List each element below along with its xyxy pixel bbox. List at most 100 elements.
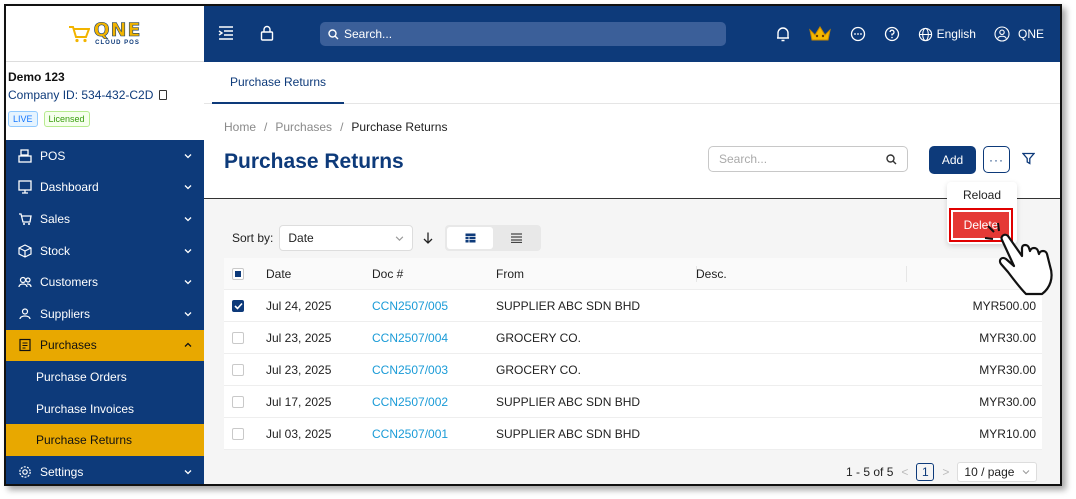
app-window: QNE CLOUD POS Demo 123 Company ID: 534-4… [4, 4, 1062, 486]
sidebar-item-pos[interactable]: POS [6, 140, 204, 172]
table-row[interactable]: Jul 03, 2025 CCN2507/001 SUPPLIER ABC SD… [224, 418, 1042, 450]
bell-icon[interactable] [776, 26, 790, 42]
cell-doc-link[interactable]: CCN2507/005 [358, 299, 482, 313]
suppliers-icon [18, 307, 32, 321]
tab-purchase-returns[interactable]: Purchase Returns [212, 62, 344, 104]
column-separator [906, 266, 907, 282]
cell-from: SUPPLIER ABC SDN BHD [496, 426, 641, 441]
sort-select[interactable]: Date [279, 225, 414, 251]
breadcrumb-separator: / [264, 120, 268, 134]
global-search-input[interactable]: Search... [320, 22, 726, 46]
chevron-down-icon [184, 153, 192, 159]
page-title: Purchase Returns [224, 150, 404, 173]
column-header-from[interactable]: From [482, 267, 682, 281]
settings-icon [18, 465, 32, 479]
sort-value: Date [288, 231, 314, 245]
list-view-button[interactable] [493, 227, 539, 249]
menu-item-reload[interactable]: Reload [947, 188, 1017, 202]
prev-page-button[interactable]: < [901, 465, 908, 479]
cart-logo-icon [69, 25, 91, 42]
help-icon[interactable] [884, 26, 900, 42]
row-checkbox[interactable] [232, 427, 244, 440]
sort-direction-icon[interactable] [421, 231, 435, 245]
add-button[interactable]: Add [929, 146, 976, 174]
row-checkbox[interactable] [232, 299, 244, 312]
sidebar-item-customers[interactable]: Customers [6, 266, 204, 298]
pagination-range: 1 - 5 of 5 [846, 465, 894, 479]
cell-from: GROCERY CO. [496, 330, 581, 345]
cell-doc-link[interactable]: CCN2507/002 [358, 395, 482, 409]
sidebar-item-stock[interactable]: Stock [6, 235, 204, 267]
sidebar-subitem-purchase-returns[interactable]: Purchase Returns [6, 424, 204, 456]
page-search-input[interactable]: Search... [708, 146, 908, 172]
sidebar-item-purchases[interactable]: Purchases [6, 329, 204, 362]
sidebar-item-suppliers[interactable]: Suppliers [6, 298, 204, 330]
sidebar-subitem-purchase-invoices[interactable]: Purchase Invoices [6, 392, 204, 425]
chevron-down-icon [184, 280, 192, 285]
chevron-down-icon [184, 217, 192, 222]
table-row[interactable]: Jul 17, 2025 CCN2507/002 SUPPLIER ABC SD… [224, 386, 1042, 418]
sidebar-item-label: Stock [40, 243, 71, 258]
qne-logo: QNE CLOUD POS [68, 20, 141, 46]
sidebar-item-label: Purchases [40, 338, 97, 353]
sidebar-item-label: POS [40, 148, 66, 163]
column-header-doc[interactable]: Doc # [358, 267, 482, 281]
table-view-button[interactable] [447, 227, 494, 249]
language-label: English [936, 27, 976, 41]
chat-icon[interactable] [850, 26, 866, 42]
breadcrumb-purchases[interactable]: Purchases [275, 120, 332, 134]
cell-date: Jul 17, 2025 [266, 394, 332, 409]
chevron-down-icon [1023, 470, 1030, 475]
search-icon [886, 153, 897, 164]
cell-amount: MYR10.00 [979, 426, 1036, 441]
user-menu[interactable]: QNE [994, 26, 1044, 42]
column-header-desc[interactable]: Desc. [682, 267, 892, 281]
cell-doc-link[interactable]: CCN2507/003 [358, 363, 482, 377]
sidebar-item-label: Suppliers [40, 306, 91, 321]
language-selector[interactable]: English [918, 27, 976, 42]
chevron-down-icon [396, 235, 404, 241]
cell-doc-link[interactable]: CCN2507/001 [358, 427, 482, 441]
logo-area[interactable]: QNE CLOUD POS [6, 6, 204, 62]
table-view-icon [465, 233, 476, 243]
sidebar-item-settings[interactable]: Settings [6, 456, 204, 484]
row-checkbox[interactable] [232, 331, 244, 344]
tab-bar: Purchase Returns [204, 62, 1060, 104]
cell-doc-link[interactable]: CCN2507/004 [358, 331, 482, 345]
sidebar-subitem-purchase-orders[interactable]: Purchase Orders [6, 361, 204, 393]
company-info: Demo 123 Company ID: 534-432-C2D LIVE Li… [6, 62, 204, 140]
purchases-icon [18, 338, 32, 352]
row-checkbox[interactable] [232, 363, 244, 376]
global-search-placeholder: Search... [344, 27, 393, 41]
sales-icon [18, 212, 32, 226]
copy-icon[interactable] [159, 90, 168, 100]
column-header-date[interactable]: Date [252, 267, 358, 281]
dashboard-icon [18, 180, 32, 195]
sort-label: Sort by: [232, 231, 274, 245]
customers-icon [18, 275, 32, 289]
cell-amount: MYR30.00 [979, 330, 1036, 345]
menu-collapse-icon[interactable] [218, 26, 234, 40]
breadcrumb-current: Purchase Returns [351, 120, 448, 134]
crown-icon[interactable] [808, 25, 832, 43]
table-row[interactable]: Jul 23, 2025 CCN2507/004 GROCERY CO. MYR… [224, 322, 1042, 354]
row-checkbox[interactable] [232, 395, 244, 408]
breadcrumb-home[interactable]: Home [224, 120, 256, 134]
page-size-select[interactable]: 10 / page [957, 462, 1038, 482]
page-number-button[interactable]: 1 [916, 463, 935, 481]
sidebar-item-dashboard[interactable]: Dashboard [6, 172, 204, 204]
sidebar: QNE CLOUD POS Demo 123 Company ID: 534-4… [6, 6, 204, 484]
lock-icon[interactable] [260, 25, 274, 41]
company-name: Demo 123 [8, 70, 65, 84]
filter-icon[interactable] [1022, 152, 1035, 165]
select-all-checkbox[interactable] [232, 267, 244, 280]
more-options-button[interactable]: ··· [983, 146, 1010, 173]
table-row[interactable]: Jul 24, 2025 CCN2507/005 SUPPLIER ABC SD… [224, 290, 1042, 322]
pos-icon [18, 149, 32, 163]
table-header: Date Doc # From Desc. A [224, 258, 1042, 290]
sidebar-item-sales[interactable]: Sales [6, 203, 204, 235]
top-bar: Search... English QNE [204, 6, 1060, 62]
table-row[interactable]: Jul 23, 2025 CCN2507/003 GROCERY CO. MYR… [224, 354, 1042, 386]
cell-date: Jul 23, 2025 [266, 362, 332, 377]
next-page-button[interactable]: > [942, 465, 949, 479]
